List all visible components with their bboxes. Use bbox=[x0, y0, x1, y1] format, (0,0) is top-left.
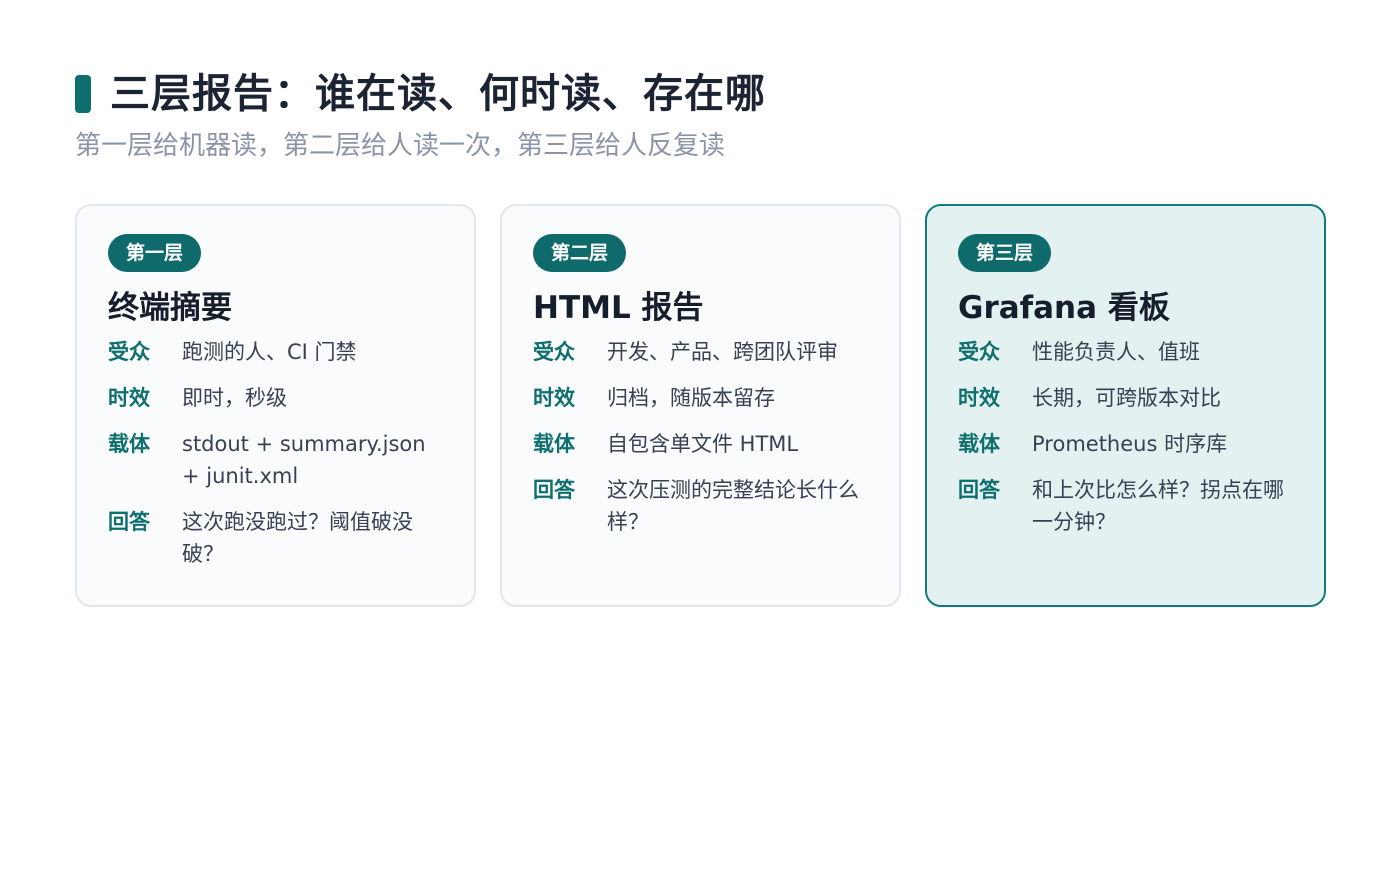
row-label: 受众 bbox=[958, 340, 1000, 364]
row-value: 性能负责人、值班 bbox=[1032, 340, 1200, 364]
row-carrier: 载体 Prometheus 时序库 bbox=[958, 428, 1294, 460]
row-value: 跑测的人、CI 门禁 bbox=[182, 340, 357, 364]
row-value: stdout + summary.json + junit.xml bbox=[182, 432, 426, 488]
layer-badge: 第一层 bbox=[108, 234, 202, 272]
row-label: 回答 bbox=[533, 478, 575, 502]
row-value: 这次跑没跑过？阈值破没破？ bbox=[182, 510, 413, 566]
row-answer: 回答 这次压测的完整结论长什么样？ bbox=[533, 474, 869, 538]
row-value: 和上次比怎么样？拐点在哪一分钟？ bbox=[1032, 478, 1284, 534]
layer-badge: 第二层 bbox=[533, 234, 627, 272]
card-rows: 受众 性能负责人、值班 时效 长期，可跨版本对比 载体 Prometheus 时… bbox=[958, 336, 1294, 538]
row-label: 载体 bbox=[958, 432, 1000, 456]
row-label: 受众 bbox=[108, 340, 150, 364]
row-audience: 受众 性能负责人、值班 bbox=[958, 336, 1294, 368]
row-label: 时效 bbox=[108, 386, 150, 410]
card-rows: 受众 开发、产品、跨团队评审 时效 归档，随版本留存 载体 自包含单文件 HTM… bbox=[533, 336, 869, 538]
row-value: Prometheus 时序库 bbox=[1032, 432, 1228, 456]
slide-page: 三层报告：谁在读、何时读、存在哪 第一层给机器读，第二层给人读一次，第三层给人反… bbox=[0, 0, 1400, 887]
row-label: 回答 bbox=[108, 510, 150, 534]
row-label: 载体 bbox=[533, 432, 575, 456]
card-layer-1: 第一层 终端摘要 受众 跑测的人、CI 门禁 时效 即时，秒级 载体 stdou… bbox=[75, 204, 476, 607]
row-carrier: 载体 stdout + summary.json + junit.xml bbox=[108, 428, 444, 492]
page-subtitle: 第一层给机器读，第二层给人读一次，第三层给人反复读 bbox=[75, 131, 726, 161]
row-label: 回答 bbox=[958, 478, 1000, 502]
card-list: 第一层 终端摘要 受众 跑测的人、CI 门禁 时效 即时，秒级 载体 stdou… bbox=[75, 204, 1326, 607]
row-label: 时效 bbox=[958, 386, 1000, 410]
row-audience: 受众 开发、产品、跨团队评审 bbox=[533, 336, 869, 368]
title-row: 三层报告：谁在读、何时读、存在哪 bbox=[75, 66, 766, 122]
row-answer: 回答 和上次比怎么样？拐点在哪一分钟？ bbox=[958, 474, 1294, 538]
row-timeliness: 时效 长期，可跨版本对比 bbox=[958, 382, 1294, 414]
card-title: Grafana 看板 bbox=[958, 290, 1170, 326]
card-title: HTML 报告 bbox=[533, 290, 704, 326]
layer-badge: 第三层 bbox=[958, 234, 1052, 272]
row-value: 这次压测的完整结论长什么样？ bbox=[607, 478, 859, 534]
row-carrier: 载体 自包含单文件 HTML bbox=[533, 428, 869, 460]
card-rows: 受众 跑测的人、CI 门禁 时效 即时，秒级 载体 stdout + summa… bbox=[108, 336, 444, 570]
row-value: 即时，秒级 bbox=[182, 386, 287, 410]
row-label: 时效 bbox=[533, 386, 575, 410]
row-value: 归档，随版本留存 bbox=[607, 386, 775, 410]
card-title: 终端摘要 bbox=[108, 290, 232, 326]
row-value: 自包含单文件 HTML bbox=[607, 432, 799, 456]
card-layer-3: 第三层 Grafana 看板 受众 性能负责人、值班 时效 长期，可跨版本对比 … bbox=[925, 204, 1326, 607]
row-value: 开发、产品、跨团队评审 bbox=[607, 340, 838, 364]
row-audience: 受众 跑测的人、CI 门禁 bbox=[108, 336, 444, 368]
row-label: 受众 bbox=[533, 340, 575, 364]
row-label: 载体 bbox=[108, 432, 150, 456]
page-title: 三层报告：谁在读、何时读、存在哪 bbox=[110, 71, 766, 117]
row-answer: 回答 这次跑没跑过？阈值破没破？ bbox=[108, 506, 444, 570]
title-accent-bar bbox=[75, 75, 91, 113]
card-layer-2: 第二层 HTML 报告 受众 开发、产品、跨团队评审 时效 归档，随版本留存 载… bbox=[500, 204, 901, 607]
row-timeliness: 时效 归档，随版本留存 bbox=[533, 382, 869, 414]
row-value: 长期，可跨版本对比 bbox=[1032, 386, 1221, 410]
row-timeliness: 时效 即时，秒级 bbox=[108, 382, 444, 414]
